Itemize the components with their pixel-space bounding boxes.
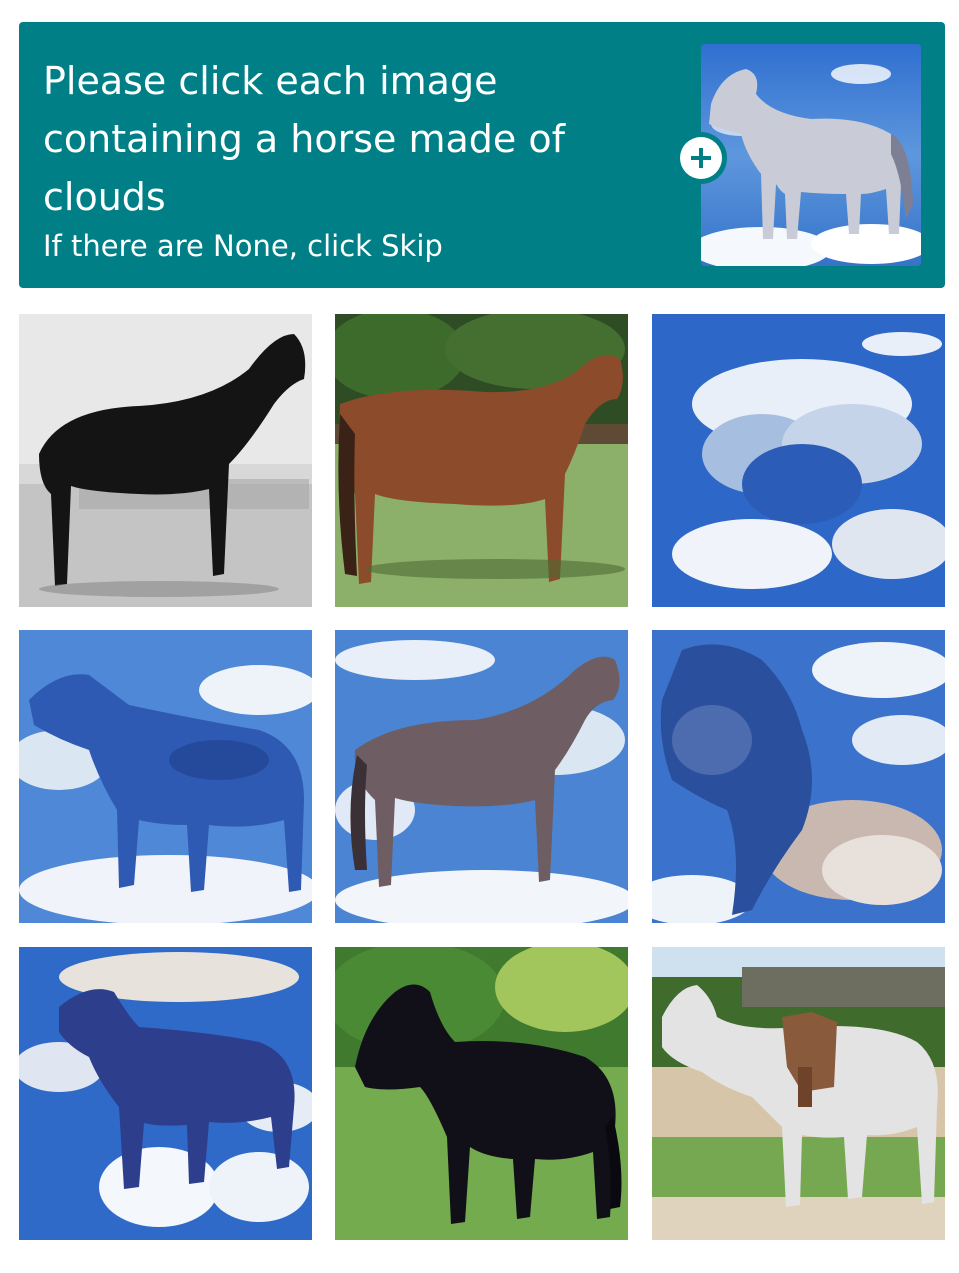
blue-cloud-horse xyxy=(19,630,312,923)
tile-8[interactable] xyxy=(335,947,628,1240)
black-horse-bw-photo xyxy=(19,314,312,607)
tile-6[interactable] xyxy=(652,630,945,923)
prompt-subtitle: If there are None, click Skip xyxy=(43,229,443,263)
tile-7[interactable] xyxy=(19,947,312,1240)
clouds-sky xyxy=(652,314,945,607)
prompt-title: Please click each image containing a hor… xyxy=(43,59,565,219)
tile-4[interactable] xyxy=(19,630,312,923)
brown-horse-grass xyxy=(335,314,628,607)
white-horse-saddle xyxy=(652,947,945,1240)
brown-horse-clouds xyxy=(335,630,628,923)
tile-3[interactable] xyxy=(652,314,945,607)
expand-example-button[interactable] xyxy=(675,132,727,184)
challenge-header: Please click each image containing a hor… xyxy=(19,22,945,288)
dark-cloud-horse xyxy=(19,947,312,1240)
tile-2[interactable] xyxy=(335,314,628,607)
cloud-horse-example-image xyxy=(701,44,921,266)
plus-icon xyxy=(680,137,722,179)
black-horse-grass xyxy=(335,947,628,1240)
cloud-horse-head xyxy=(652,630,945,923)
image-grid xyxy=(19,314,945,1240)
example-image[interactable] xyxy=(701,44,921,266)
tile-1[interactable] xyxy=(19,314,312,607)
tile-5[interactable] xyxy=(335,630,628,923)
tile-9[interactable] xyxy=(652,947,945,1240)
